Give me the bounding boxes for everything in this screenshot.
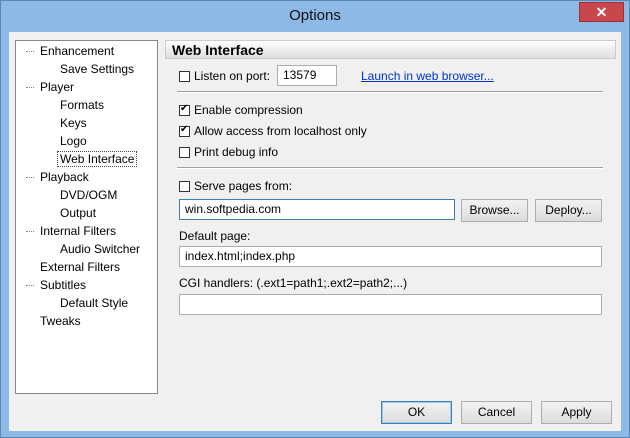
allow-localhost-checkbox[interactable]: Allow access from localhost only bbox=[179, 123, 367, 139]
dialog-body: Enhancement Save Settings Player Formats… bbox=[9, 32, 621, 431]
cgi-handlers-label: CGI handlers: (.ext1=path1;.ext2=path2;.… bbox=[179, 276, 408, 290]
tree-item-output[interactable]: Output bbox=[58, 205, 98, 222]
tree-item-internal-filters[interactable]: Internal Filters bbox=[38, 223, 118, 240]
ok-button[interactable]: OK bbox=[381, 401, 452, 424]
window-title: Options bbox=[289, 7, 341, 24]
page-header: Web Interface bbox=[165, 40, 616, 59]
separator bbox=[177, 167, 603, 169]
checkbox-label: Allow access from localhost only bbox=[194, 124, 367, 138]
default-page-label: Default page: bbox=[179, 229, 251, 243]
page-title: Web Interface bbox=[172, 42, 264, 58]
tree-item-label: DVD/OGM bbox=[60, 188, 118, 202]
cgi-handlers-input[interactable] bbox=[179, 294, 602, 315]
checkbox-box bbox=[179, 181, 190, 192]
tree-item-save-settings[interactable]: Save Settings bbox=[58, 61, 136, 78]
print-debug-checkbox[interactable]: Print debug info bbox=[179, 144, 278, 160]
tree-item-tweaks[interactable]: Tweaks bbox=[38, 313, 83, 330]
options-tree[interactable]: Enhancement Save Settings Player Formats… bbox=[15, 40, 158, 394]
tree-item-player[interactable]: Player bbox=[38, 79, 76, 96]
title-bar[interactable]: Options ✕ bbox=[1, 1, 629, 31]
tree-item-playback[interactable]: Playback bbox=[38, 169, 91, 186]
tree-connector bbox=[26, 231, 34, 232]
tree-item-keys[interactable]: Keys bbox=[58, 115, 89, 132]
apply-button[interactable]: Apply bbox=[541, 401, 612, 424]
launch-web-browser-link[interactable]: Launch in web browser... bbox=[361, 69, 494, 83]
tree-item-label: Internal Filters bbox=[40, 224, 117, 238]
default-page-input[interactable]: index.html;index.php bbox=[179, 246, 602, 267]
tree-item-label: Playback bbox=[40, 170, 89, 184]
tree-connector bbox=[26, 87, 34, 88]
tree-item-label: Player bbox=[40, 80, 75, 94]
tree-item-dvd-ogm[interactable]: DVD/OGM bbox=[58, 187, 119, 204]
checkbox-box bbox=[179, 103, 190, 116]
tree-item-label: Logo bbox=[60, 134, 87, 148]
checkbox-label: Serve pages from: bbox=[194, 179, 293, 193]
cancel-button[interactable]: Cancel bbox=[461, 401, 532, 424]
tree-item-label: External Filters bbox=[40, 260, 121, 274]
tree-item-label: Audio Switcher bbox=[60, 242, 141, 256]
checkbox-label: Listen on port: bbox=[194, 69, 271, 83]
close-button[interactable]: ✕ bbox=[579, 2, 624, 22]
tree-item-subtitles[interactable]: Subtitles bbox=[38, 277, 88, 294]
port-input[interactable]: 13579 bbox=[277, 65, 337, 86]
options-window: Options ✕ Enhancement Save Settings Play… bbox=[0, 0, 630, 438]
checkbox-label: Print debug info bbox=[194, 145, 279, 159]
enable-compression-checkbox[interactable]: Enable compression bbox=[179, 102, 303, 118]
serve-pages-checkbox[interactable]: Serve pages from: bbox=[179, 178, 292, 194]
browse-button[interactable]: Browse... bbox=[461, 199, 528, 222]
tree-item-label: Web Interface bbox=[56, 151, 138, 167]
tree-item-external-filters[interactable]: External Filters bbox=[38, 259, 122, 276]
tree-item-formats[interactable]: Formats bbox=[58, 97, 106, 114]
tree-connector bbox=[26, 51, 34, 52]
deploy-button[interactable]: Deploy... bbox=[535, 199, 602, 222]
checkbox-box bbox=[179, 71, 190, 82]
tree-item-label: Subtitles bbox=[40, 278, 87, 292]
tree-item-label: Tweaks bbox=[40, 314, 81, 328]
tree-item-audio-switcher[interactable]: Audio Switcher bbox=[58, 241, 142, 258]
listen-on-port-checkbox[interactable]: Listen on port: bbox=[179, 68, 270, 84]
tree-item-label: Default Style bbox=[60, 296, 129, 310]
checkbox-box bbox=[179, 147, 190, 158]
tree-item-label: Save Settings bbox=[60, 62, 135, 76]
serve-path-input[interactable]: win.softpedia.com bbox=[179, 199, 455, 220]
checkbox-box bbox=[179, 124, 190, 137]
tree-connector bbox=[26, 177, 34, 178]
tree-item-web-interface[interactable]: Web Interface bbox=[56, 151, 138, 168]
tree-item-default-style[interactable]: Default Style bbox=[58, 295, 130, 312]
tree-connector bbox=[26, 285, 34, 286]
web-interface-page: Web Interface Listen on port: 13579 Laun… bbox=[165, 40, 616, 394]
checkbox-label: Enable compression bbox=[194, 103, 303, 117]
tree-item-label: Formats bbox=[60, 98, 105, 112]
tree-item-logo[interactable]: Logo bbox=[58, 133, 89, 150]
tree-item-enhancement[interactable]: Enhancement bbox=[38, 43, 116, 60]
separator bbox=[177, 91, 603, 93]
tree-item-label: Output bbox=[60, 206, 97, 220]
tree-item-label: Keys bbox=[60, 116, 87, 130]
tree-item-label: Enhancement bbox=[40, 44, 115, 58]
